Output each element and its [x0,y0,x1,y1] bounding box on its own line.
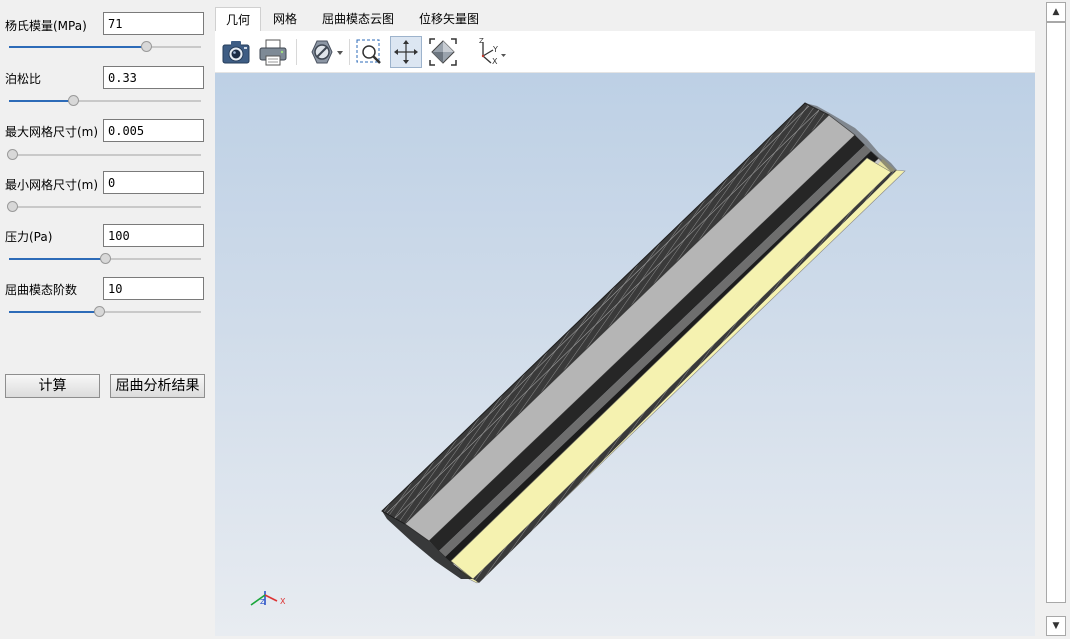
min-mesh-size-input[interactable] [103,171,204,194]
slider-track [9,154,201,156]
svg-text:Z: Z [479,37,484,45]
beam-geometry: Z X [250,102,906,606]
3d-viewport[interactable]: Z X [215,73,1035,636]
slider-fill [9,46,146,48]
buckling-results-button[interactable]: 屈曲分析结果 [110,374,205,398]
pressure-input[interactable] [103,224,204,247]
view-orientation-icon[interactable] [427,36,459,68]
scroll-track[interactable] [1046,22,1066,603]
min-mesh-size-slider[interactable] [7,201,201,213]
printer-icon[interactable] [257,36,289,68]
slider-handle[interactable] [100,253,111,264]
slider-handle[interactable] [7,149,18,160]
max-mesh-size-slider[interactable] [7,149,201,161]
slider-handle[interactable] [68,95,79,106]
slider-handle[interactable] [94,306,105,317]
slider-fill [9,311,99,313]
poisson-ratio-label: 泊松比 [5,72,42,86]
slider-fill [9,100,73,102]
triad-x-label: X [280,597,286,606]
axis-label-x: X [492,57,498,66]
pressure-label: 压力(Pa) [5,230,53,244]
no-entry-icon[interactable] [307,36,345,68]
tab-mesh[interactable]: 网格 [265,7,305,31]
toolbar-separator [349,39,350,65]
slider-fill [9,258,105,260]
view-toolbar: Z Y X [215,31,1035,73]
axes-icon[interactable]: Z Y X [471,36,511,68]
buckling-mode-order-slider[interactable] [9,306,201,318]
parameter-panel: 杨氏模量(MPa) 泊松比 最大网格尺寸(m) 最小网格尺寸(m) 压力(Pa)… [0,0,213,639]
orientation-triad: Z X [250,591,286,606]
compute-button[interactable]: 计算 [5,374,100,398]
scroll-down-button[interactable]: ▼ [1046,616,1066,636]
slider-handle[interactable] [7,201,18,212]
slider-handle[interactable] [141,41,152,52]
max-mesh-size-label: 最大网格尺寸(m) [5,125,99,139]
youngs-modulus-slider[interactable] [9,41,201,53]
min-mesh-size-label: 最小网格尺寸(m) [5,178,99,192]
fit-view-icon[interactable] [390,36,422,68]
tab-buckling-mode-contour[interactable]: 屈曲模态云图 [315,7,401,31]
pressure-slider[interactable] [9,253,201,265]
buckling-mode-order-label: 屈曲模态阶数 [5,283,78,297]
axis-label-y: Y [492,45,498,54]
youngs-modulus-label: 杨氏模量(MPa) [5,19,87,33]
toolbar-separator [296,39,297,65]
slider-track [9,206,201,208]
buckling-mode-order-input[interactable] [103,277,204,300]
tab-geometry[interactable]: 几何 [215,7,261,32]
tab-bar: 几何 网格 屈曲模态云图 位移矢量图 [215,7,1035,32]
poisson-ratio-input[interactable] [103,66,204,89]
triad-z-label: Z [260,598,265,606]
youngs-modulus-input[interactable] [103,12,204,35]
max-mesh-size-input[interactable] [103,119,204,142]
tab-displacement-vector[interactable]: 位移矢量图 [411,7,487,31]
poisson-ratio-slider[interactable] [9,95,201,107]
camera-icon[interactable] [220,36,252,68]
zoom-box-icon[interactable] [353,36,385,68]
vertical-scrollbar[interactable]: ▲ ▼ [1045,0,1069,639]
scroll-up-button[interactable]: ▲ [1046,2,1066,22]
